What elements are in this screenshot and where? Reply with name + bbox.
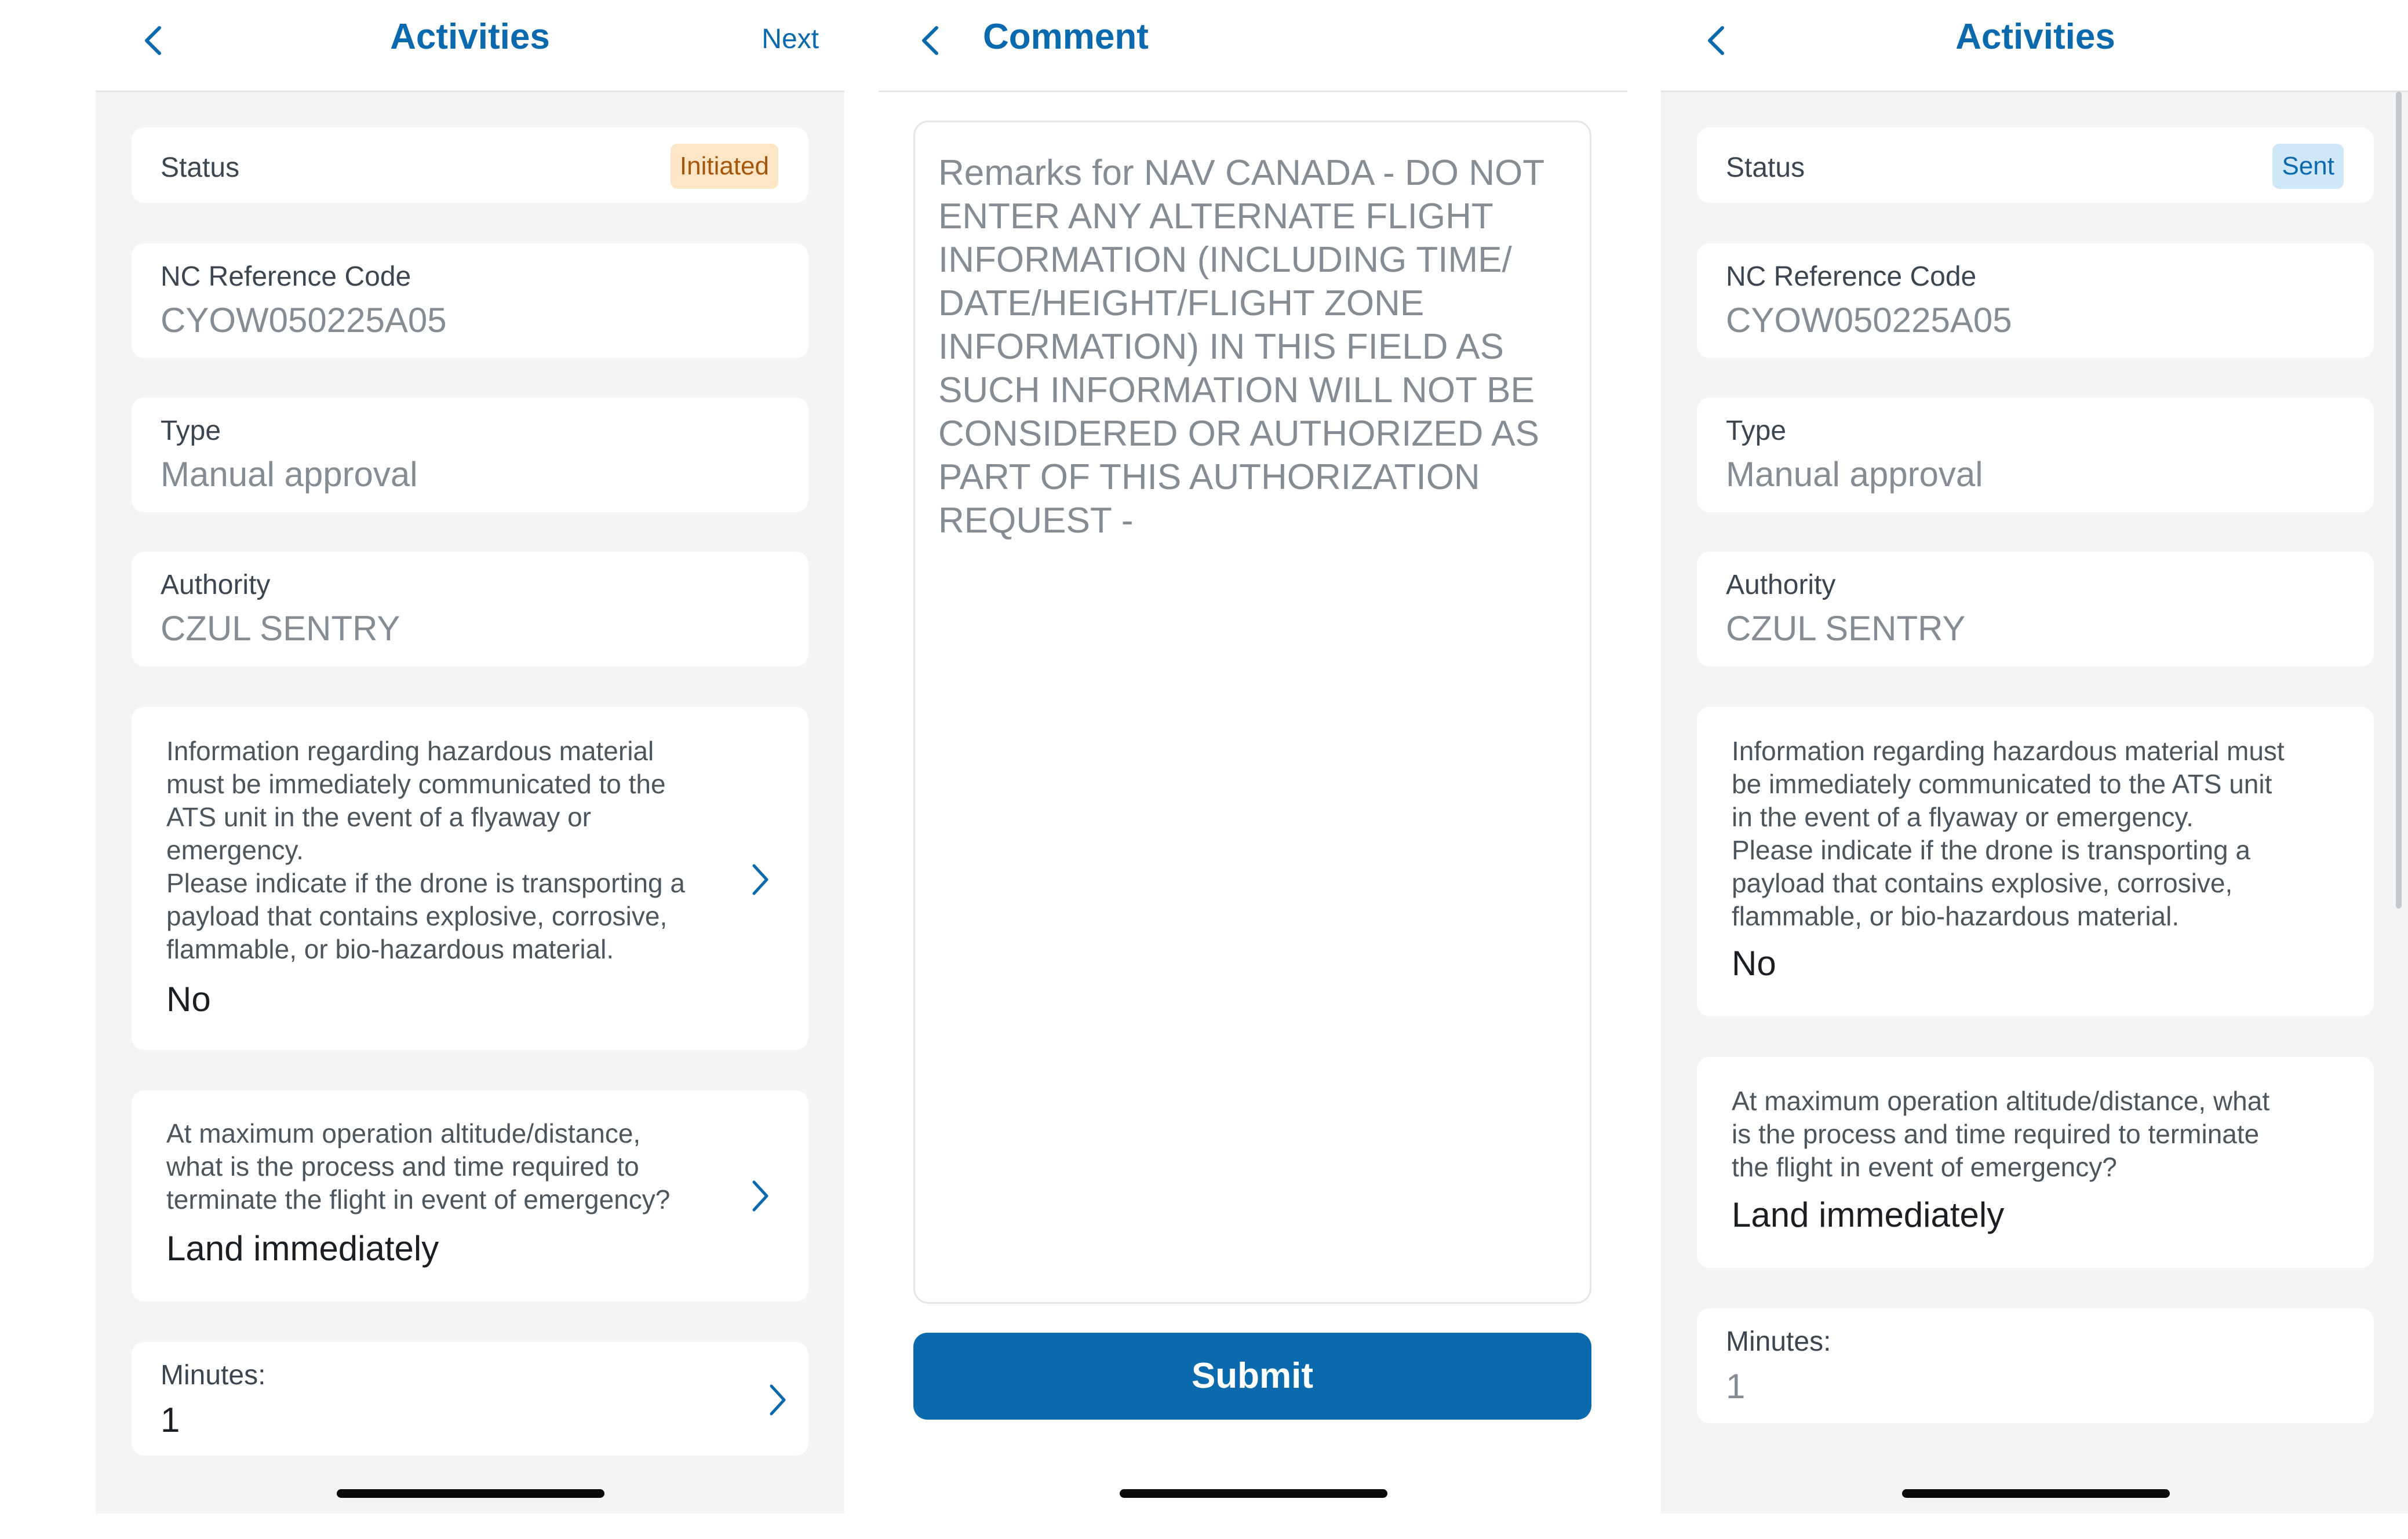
reference-code-card: NC Reference Code CYOW050225A05 [1697, 243, 2374, 358]
page-title: Comment [983, 17, 1149, 57]
question-line: ATS unit in the event of a flyaway or [166, 802, 591, 832]
page-title: Activities [390, 17, 550, 57]
placeholder-line: DATE/HEIGHT/FLIGHT ZONE [938, 283, 1425, 323]
hazardous-material-question: Information regarding hazardous material… [166, 735, 685, 966]
nav-bar: Activities Next [96, 0, 844, 92]
question-line: what is the process and time required to [166, 1151, 639, 1181]
question-line: in the event of a flyaway or emergency. [1732, 802, 2194, 832]
hazardous-material-card[interactable]: Information regarding hazardous material… [132, 707, 808, 1050]
back-button[interactable] [915, 23, 947, 58]
nav-bar: Activities [1661, 0, 2408, 92]
comment-textarea[interactable]: Remarks for NAV CANADA - DO NOT ENTER AN… [913, 121, 1591, 1304]
termination-process-card[interactable]: At maximum operation altitude/distance, … [132, 1091, 808, 1301]
type-card: Type Manual approval [132, 397, 808, 512]
type-card: Type Manual approval [1697, 397, 2374, 512]
question-line: payload that contains explosive, corrosi… [1732, 868, 2233, 898]
submit-button[interactable]: Submit [913, 1333, 1591, 1420]
type-value: Manual approval [161, 455, 418, 494]
question-line: Please indicate if the drone is transpor… [1732, 835, 2250, 865]
authority-card: Authority CZUL SENTRY [1697, 552, 2374, 666]
type-label: Type [161, 415, 221, 446]
placeholder-line: REQUEST - [938, 501, 1134, 541]
chevron-right-icon[interactable] [766, 1383, 789, 1417]
status-card: Status Sent [1697, 127, 2374, 203]
question-line: the flight in event of emergency? [1732, 1152, 2117, 1182]
minutes-label: Minutes: [161, 1360, 266, 1391]
home-indicator[interactable] [337, 1489, 604, 1498]
question-line: Information regarding hazardous material… [1732, 736, 2285, 766]
minutes-card: Minutes: 1 [1697, 1308, 2374, 1423]
termination-process-answer: Land immediately [166, 1229, 439, 1268]
status-card: Status Initiated [132, 127, 808, 203]
activities-screen-initiated: Activities Next Status Initiated NC Refe… [96, 0, 844, 1514]
termination-process-question: At maximum operation altitude/distance, … [1732, 1085, 2269, 1184]
home-indicator[interactable] [1120, 1489, 1387, 1498]
placeholder-line: INFORMATION) IN THIS FIELD AS [938, 327, 1504, 367]
question-line: flammable, or bio-hazardous material. [1732, 901, 2180, 931]
authority-label: Authority [1726, 570, 1836, 600]
home-indicator[interactable] [1902, 1489, 2170, 1498]
type-value: Manual approval [1726, 455, 1983, 494]
termination-process-question: At maximum operation altitude/distance, … [166, 1117, 670, 1216]
reference-code-label: NC Reference Code [1726, 261, 1977, 292]
minutes-value: 1 [1726, 1367, 1746, 1406]
question-line: At maximum operation altitude/distance, [166, 1118, 641, 1148]
termination-process-answer: Land immediately [1732, 1195, 2005, 1234]
hazardous-material-answer: No [1732, 944, 1776, 983]
placeholder-line: PART OF THIS AUTHORIZATION [938, 457, 1480, 497]
type-label: Type [1726, 415, 1787, 446]
reference-code-card: NC Reference Code CYOW050225A05 [132, 243, 808, 358]
authority-value: CZUL SENTRY [161, 609, 400, 648]
next-button[interactable]: Next [762, 23, 819, 55]
chevron-left-icon [922, 26, 938, 55]
scrollbar[interactable] [2396, 92, 2402, 909]
authority-card: Authority CZUL SENTRY [132, 552, 808, 666]
question-line: terminate the flight in event of emergen… [166, 1184, 671, 1215]
chevron-right-icon[interactable] [748, 1179, 771, 1213]
question-line: At maximum operation altitude/distance, … [1732, 1086, 2270, 1116]
placeholder-line: Remarks for NAV CANADA - DO NOT [938, 153, 1545, 193]
question-line: Please indicate if the drone is transpor… [166, 868, 685, 898]
reference-code-value: CYOW050225A05 [161, 301, 447, 340]
question-line: is the process and time required to term… [1732, 1119, 2260, 1149]
nav-bar: Comment [879, 0, 1627, 92]
minutes-value: 1 [161, 1401, 180, 1439]
status-badge: Sent [2272, 144, 2344, 189]
hazardous-material-question: Information regarding hazardous material… [1732, 735, 2285, 933]
minutes-label: Minutes: [1726, 1326, 1831, 1357]
placeholder-line: INFORMATION (INCLUDING TIME/ [938, 240, 1512, 280]
hazardous-material-answer: No [166, 980, 211, 1019]
status-label: Status [161, 152, 240, 183]
question-line: payload that contains explosive, corrosi… [166, 901, 668, 931]
question-line: Information regarding hazardous material [166, 736, 654, 766]
reference-code-value: CYOW050225A05 [1726, 301, 2012, 340]
status-label: Status [1726, 152, 1805, 183]
placeholder-line: CONSIDERED OR AUTHORIZED AS [938, 414, 1539, 454]
activities-screen-sent: Activities Status Sent NC Reference Code… [1661, 0, 2408, 1514]
question-line: emergency. [166, 835, 304, 865]
comment-screen: Comment Remarks for NAV CANADA - DO NOT … [879, 0, 1627, 1514]
question-line: must be immediately communicated to the [166, 769, 666, 799]
authority-value: CZUL SENTRY [1726, 609, 1966, 648]
question-line: be immediately communicated to the ATS u… [1732, 769, 2272, 799]
comment-placeholder: Remarks for NAV CANADA - DO NOT ENTER AN… [938, 151, 1567, 542]
termination-process-card: At maximum operation altitude/distance, … [1697, 1057, 2374, 1268]
placeholder-line: SUCH INFORMATION WILL NOT BE [938, 370, 1535, 410]
hazardous-material-card: Information regarding hazardous material… [1697, 707, 2374, 1016]
status-badge: Initiated [670, 144, 778, 189]
question-line: flammable, or bio-hazardous material. [166, 934, 614, 964]
chevron-right-icon[interactable] [748, 862, 771, 897]
placeholder-line: ENTER ANY ALTERNATE FLIGHT [938, 196, 1493, 236]
reference-code-label: NC Reference Code [161, 261, 411, 292]
page-title: Activities [1955, 17, 2115, 57]
minutes-card[interactable]: Minutes: 1 [132, 1342, 808, 1456]
authority-label: Authority [161, 570, 271, 600]
